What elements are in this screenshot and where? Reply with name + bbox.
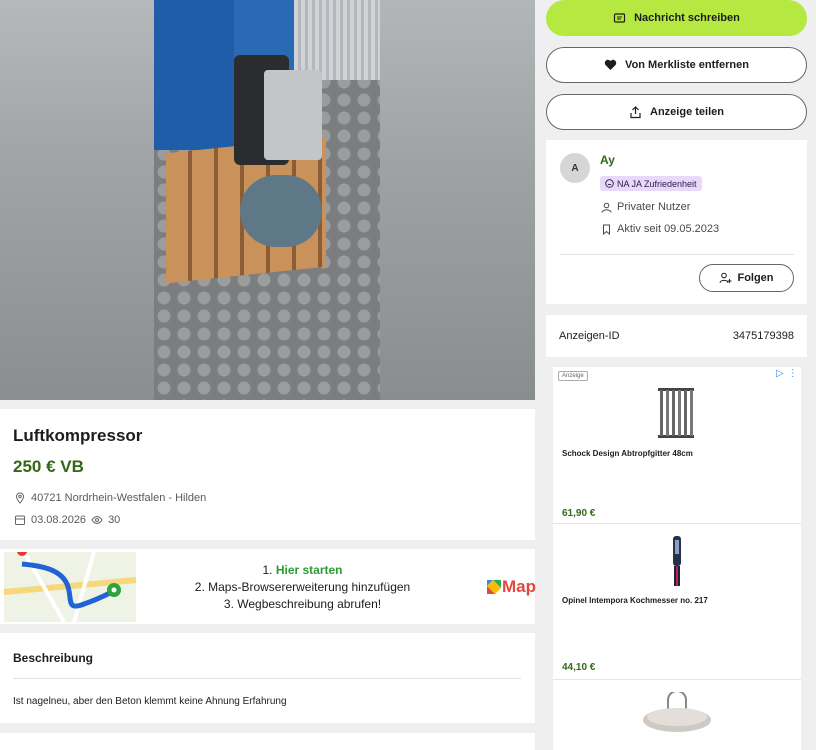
description-text: Ist nagelneu, aber den Beton klemmt kein… xyxy=(13,696,287,707)
ad-id-value: 3475179398 xyxy=(732,330,794,342)
remove-from-watchlist-button[interactable]: Von Merkliste entfernen xyxy=(546,47,807,83)
banner-steps: 1. Hier starten 2. Maps-Browsererweiteru… xyxy=(140,562,465,613)
seller-type: Privater Nutzer xyxy=(601,201,690,213)
banner-step-1-prefix: 1. xyxy=(262,563,276,577)
location-text: 40721 Nordrhein-Westfalen - Hilden xyxy=(31,492,207,504)
seller-type-text: Privater Nutzer xyxy=(617,201,691,213)
heart-icon xyxy=(604,59,617,70)
dish-rack-image[interactable] xyxy=(656,388,696,438)
photo-tank xyxy=(240,175,322,247)
description-heading: Beschreibung xyxy=(13,651,94,665)
listing-title: Luftkompressor xyxy=(13,426,143,445)
ad-label: Anzeige xyxy=(558,371,588,381)
ad-choices[interactable]: ▷ ⋮ xyxy=(776,368,798,379)
badge-text: NA JA Zufriedenheit xyxy=(617,178,697,189)
banner-step-1[interactable]: 1. Hier starten xyxy=(140,562,465,579)
maps-logo-text: Map xyxy=(502,577,536,596)
main-listing-photo[interactable] xyxy=(154,0,380,400)
user-icon xyxy=(601,202,612,213)
send-message-label: Nachricht schreiben xyxy=(634,12,740,24)
maps-logo[interactable]: Map xyxy=(486,577,536,597)
tray-image[interactable] xyxy=(640,692,714,738)
description-card: Beschreibung Ist nagelneu, aber den Beto… xyxy=(0,633,535,723)
ad-item-name[interactable]: Schock Design Abtropfgitter 48cm xyxy=(562,449,693,458)
gallery-blur-left xyxy=(0,0,154,400)
ad-id-card: Anzeigen-ID 3475179398 xyxy=(546,315,807,357)
share-ad-button[interactable]: Anzeige teilen xyxy=(546,94,807,130)
send-message-button[interactable]: Nachricht schreiben xyxy=(546,0,807,36)
ad-item-price: 61,90 € xyxy=(562,508,596,519)
calendar-icon xyxy=(15,515,25,525)
avatar[interactable]: A xyxy=(560,153,590,183)
description-divider xyxy=(13,678,521,679)
ad-id-label: Anzeigen-ID xyxy=(559,330,620,342)
follow-label: Folgen xyxy=(737,272,774,284)
adchoices-icon[interactable]: ▷ xyxy=(776,368,784,379)
listing-price: 250 € VB xyxy=(13,457,84,476)
photo-blue-panel xyxy=(154,0,234,150)
knife-image[interactable] xyxy=(670,536,684,586)
add-user-icon xyxy=(719,272,732,284)
seller-name[interactable]: Ay xyxy=(600,153,615,167)
location-pin-icon xyxy=(15,492,25,504)
photo-compressor-head xyxy=(264,70,322,160)
follow-button[interactable]: Folgen xyxy=(699,264,794,292)
banner-step-2: 2. Maps-Browsererweiterung hinzufügen xyxy=(194,580,411,594)
listing-location[interactable]: 40721 Nordrhein-Westfalen - Hilden xyxy=(14,492,206,504)
view-count: 30 xyxy=(108,514,121,526)
seller-active-since: Aktiv seit 09.05.2023 xyxy=(601,223,719,235)
message-icon xyxy=(614,12,626,23)
watchlist-label: Von Merkliste entfernen xyxy=(625,59,749,71)
start-here-link[interactable]: Hier starten xyxy=(276,563,343,577)
smiley-icon xyxy=(605,179,614,188)
banner-step-3: 3. Wegbeschreibung abrufen! xyxy=(223,597,382,611)
satisfaction-badge: NA JA Zufriedenheit xyxy=(600,176,702,191)
bookmark-icon xyxy=(603,224,610,235)
ad-item-price: 44,10 € xyxy=(562,662,596,673)
seller-divider xyxy=(560,254,794,255)
photo-shed xyxy=(294,0,380,80)
share-icon xyxy=(630,105,641,118)
active-since-text: Aktiv seit 09.05.2023 xyxy=(617,223,720,235)
listing-date: 03.08.2026 xyxy=(31,514,87,526)
ad-separator xyxy=(553,679,801,680)
gallery-blur-right xyxy=(380,0,535,400)
ad-item-name[interactable]: Opinel Intempora Kochmesser no. 217 xyxy=(562,596,708,605)
eye-icon xyxy=(91,515,103,525)
maps-logo-icon xyxy=(487,580,501,594)
listing-stats: 03.08.2026 30 xyxy=(14,514,120,526)
image-gallery[interactable] xyxy=(0,0,535,400)
ad-separator xyxy=(553,523,801,524)
map-thumbnail-image xyxy=(4,552,136,622)
more-options-icon[interactable]: ⋮ xyxy=(788,368,798,379)
share-label: Anzeige teilen xyxy=(650,106,724,118)
details-card xyxy=(0,733,535,750)
